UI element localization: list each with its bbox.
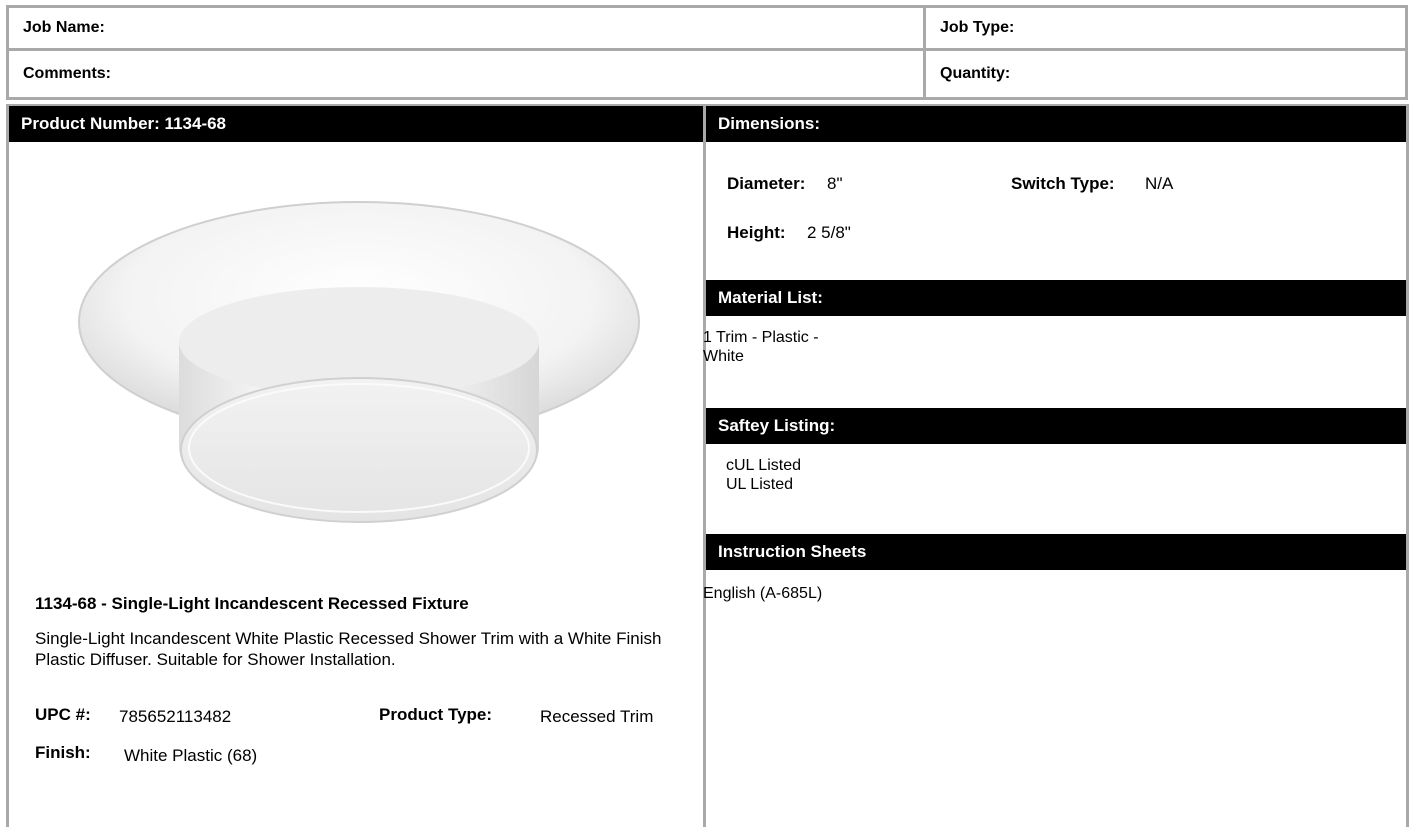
instruction-sheet-link[interactable]: English (A-685L)	[703, 584, 822, 603]
recessed-shower-trim-fixture	[78, 201, 640, 523]
safety-line: cUL Listed	[726, 457, 801, 474]
safety-listing-header: Saftey Listing:	[706, 408, 1406, 444]
product-title: 1134-68 - Single-Light Incandescent Rece…	[35, 594, 469, 613]
product-description: Single-Light Incandescent White Plastic …	[35, 629, 662, 669]
specs-panel: Dimensions: Diameter: 8" Switch Type: N/…	[703, 104, 1409, 827]
height-label: Height:	[727, 223, 786, 242]
material-line: White	[703, 348, 744, 365]
quantity-cell: Quantity:	[923, 48, 1408, 100]
job-name-cell: Job Name:	[6, 5, 926, 51]
diameter-label: Diameter:	[727, 174, 806, 193]
material-line: 1 Trim - Plastic -	[703, 329, 819, 346]
safety-line: UL Listed	[726, 476, 793, 493]
height-value: 2 5/8"	[807, 223, 851, 242]
product-number-header: Product Number: 1134-68	[9, 106, 703, 142]
switch-type-value: N/A	[1145, 174, 1174, 193]
diameter-value: 8"	[827, 174, 843, 193]
safety-listing: cUL Listed UL Listed	[726, 456, 801, 494]
material-list-header: Material List:	[706, 280, 1406, 316]
job-name-label: Job Name:	[23, 19, 105, 36]
dimensions-header: Dimensions:	[706, 106, 1406, 142]
finish-value: White Plastic (68)	[124, 746, 258, 765]
job-type-label: Job Type:	[940, 19, 1015, 36]
switch-type-label: Switch Type:	[1011, 174, 1115, 193]
product-panel: Product Number: 1134-68 1134-68 - Single…	[6, 104, 706, 827]
product-type-value: Recessed Trim	[540, 707, 654, 726]
upc-label: UPC #:	[35, 705, 91, 724]
comments-cell: Comments:	[6, 48, 926, 100]
finish-label: Finish:	[35, 743, 91, 762]
instruction-sheets-header: Instruction Sheets	[706, 534, 1406, 570]
material-list: 1 Trim - Plastic - White	[703, 328, 819, 366]
job-type-cell: Job Type:	[923, 5, 1408, 51]
job-info-table: Job Name: Job Type: Comments: Quantity:	[0, 0, 1411, 101]
comments-label: Comments:	[23, 65, 112, 82]
product-type-label: Product Type:	[379, 705, 493, 724]
quantity-label: Quantity:	[940, 65, 1011, 82]
upc-value: 785652113482	[119, 707, 232, 726]
